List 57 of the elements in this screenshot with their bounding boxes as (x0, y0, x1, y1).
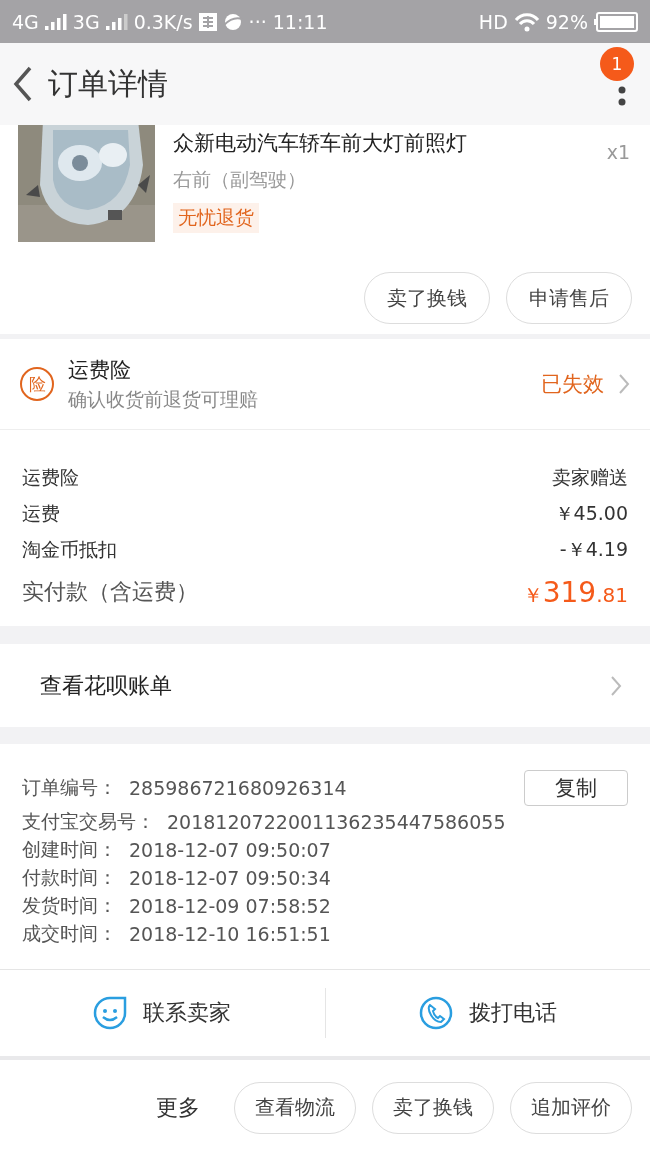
notification-badge: 1 (600, 47, 634, 81)
info-value: 2018-12-07 09:50:34 (129, 867, 331, 889)
copy-button[interactable]: 复制 (524, 770, 628, 806)
wifi-icon (513, 11, 540, 32)
info-label: 付款时间： (22, 865, 117, 890)
menu-icon[interactable] (618, 86, 626, 106)
planet-icon (222, 11, 243, 32)
network-type: 3G (72, 10, 100, 33)
info-value: 2018-12-10 16:51:51 (129, 923, 331, 945)
info-label: 支付宝交易号： (22, 809, 155, 834)
info-value: 2018-12-09 07:58:52 (129, 895, 331, 917)
action-button[interactable]: 申请售后 (506, 272, 632, 324)
hd-indicator: HD (478, 10, 508, 33)
page-title: 订单详情 (48, 64, 169, 103)
action-button[interactable]: 追加评价 (510, 1081, 632, 1134)
clock: 11:11 (272, 10, 328, 33)
fee-label: 淘金币抵扣 (22, 537, 117, 562)
action-button[interactable]: 卖了换钱 (364, 272, 490, 324)
signal-icon (44, 13, 67, 30)
more-icon-text: ··· (248, 10, 267, 33)
info-value: 2018120722001136235447586055 (167, 811, 506, 833)
battery-icon (594, 11, 638, 32)
battery-level: 92% (545, 10, 588, 33)
insurance-title: 运费险 (68, 356, 132, 384)
total-amount: ￥319.81 (522, 575, 628, 609)
insurance-status: 已失效 (541, 371, 604, 398)
fee-label: 运费 (22, 501, 60, 526)
info-label: 订单编号： (22, 775, 117, 800)
network-speed: 0.3K/s (133, 10, 193, 33)
product-variant: 右前（副驾驶） (173, 167, 306, 192)
action-button[interactable]: 查看物流 (234, 1081, 356, 1134)
quantity: x1 (606, 140, 630, 165)
info-value: 285986721680926314 (129, 777, 347, 799)
info-label: 发货时间： (22, 893, 117, 918)
fee-value: -￥4.19 (559, 537, 628, 562)
contact-button[interactable]: 拨打电话 (325, 970, 650, 1056)
chat-icon (93, 996, 128, 1030)
product-name: 众新电动汽车轿车前大灯前照灯 (173, 130, 467, 157)
app-icon (198, 12, 217, 31)
phone-icon (418, 996, 453, 1030)
action-button[interactable]: 卖了换钱 (372, 1081, 494, 1134)
contact-button[interactable]: 联系卖家 (0, 970, 325, 1056)
total-label: 实付款（含运费） (22, 578, 198, 606)
insurance-description: 确认收货前退货可理赔 (68, 386, 259, 412)
info-label: 创建时间： (22, 837, 117, 862)
fee-label: 运费险 (22, 465, 79, 490)
fee-value: ￥45.00 (554, 501, 628, 526)
more-link[interactable]: 更多 (156, 1092, 200, 1123)
signal-icon (105, 13, 128, 30)
insurance-badge: 险 (20, 367, 54, 401)
info-label: 成交时间： (22, 921, 117, 946)
service-tag: 无忧退货 (173, 203, 259, 233)
chevron-right-icon (610, 674, 622, 697)
fee-value: 卖家赠送 (552, 465, 628, 490)
network-type: 4G (12, 10, 39, 33)
chevron-right-icon (618, 373, 630, 395)
info-value: 2018-12-07 09:50:07 (129, 839, 331, 861)
